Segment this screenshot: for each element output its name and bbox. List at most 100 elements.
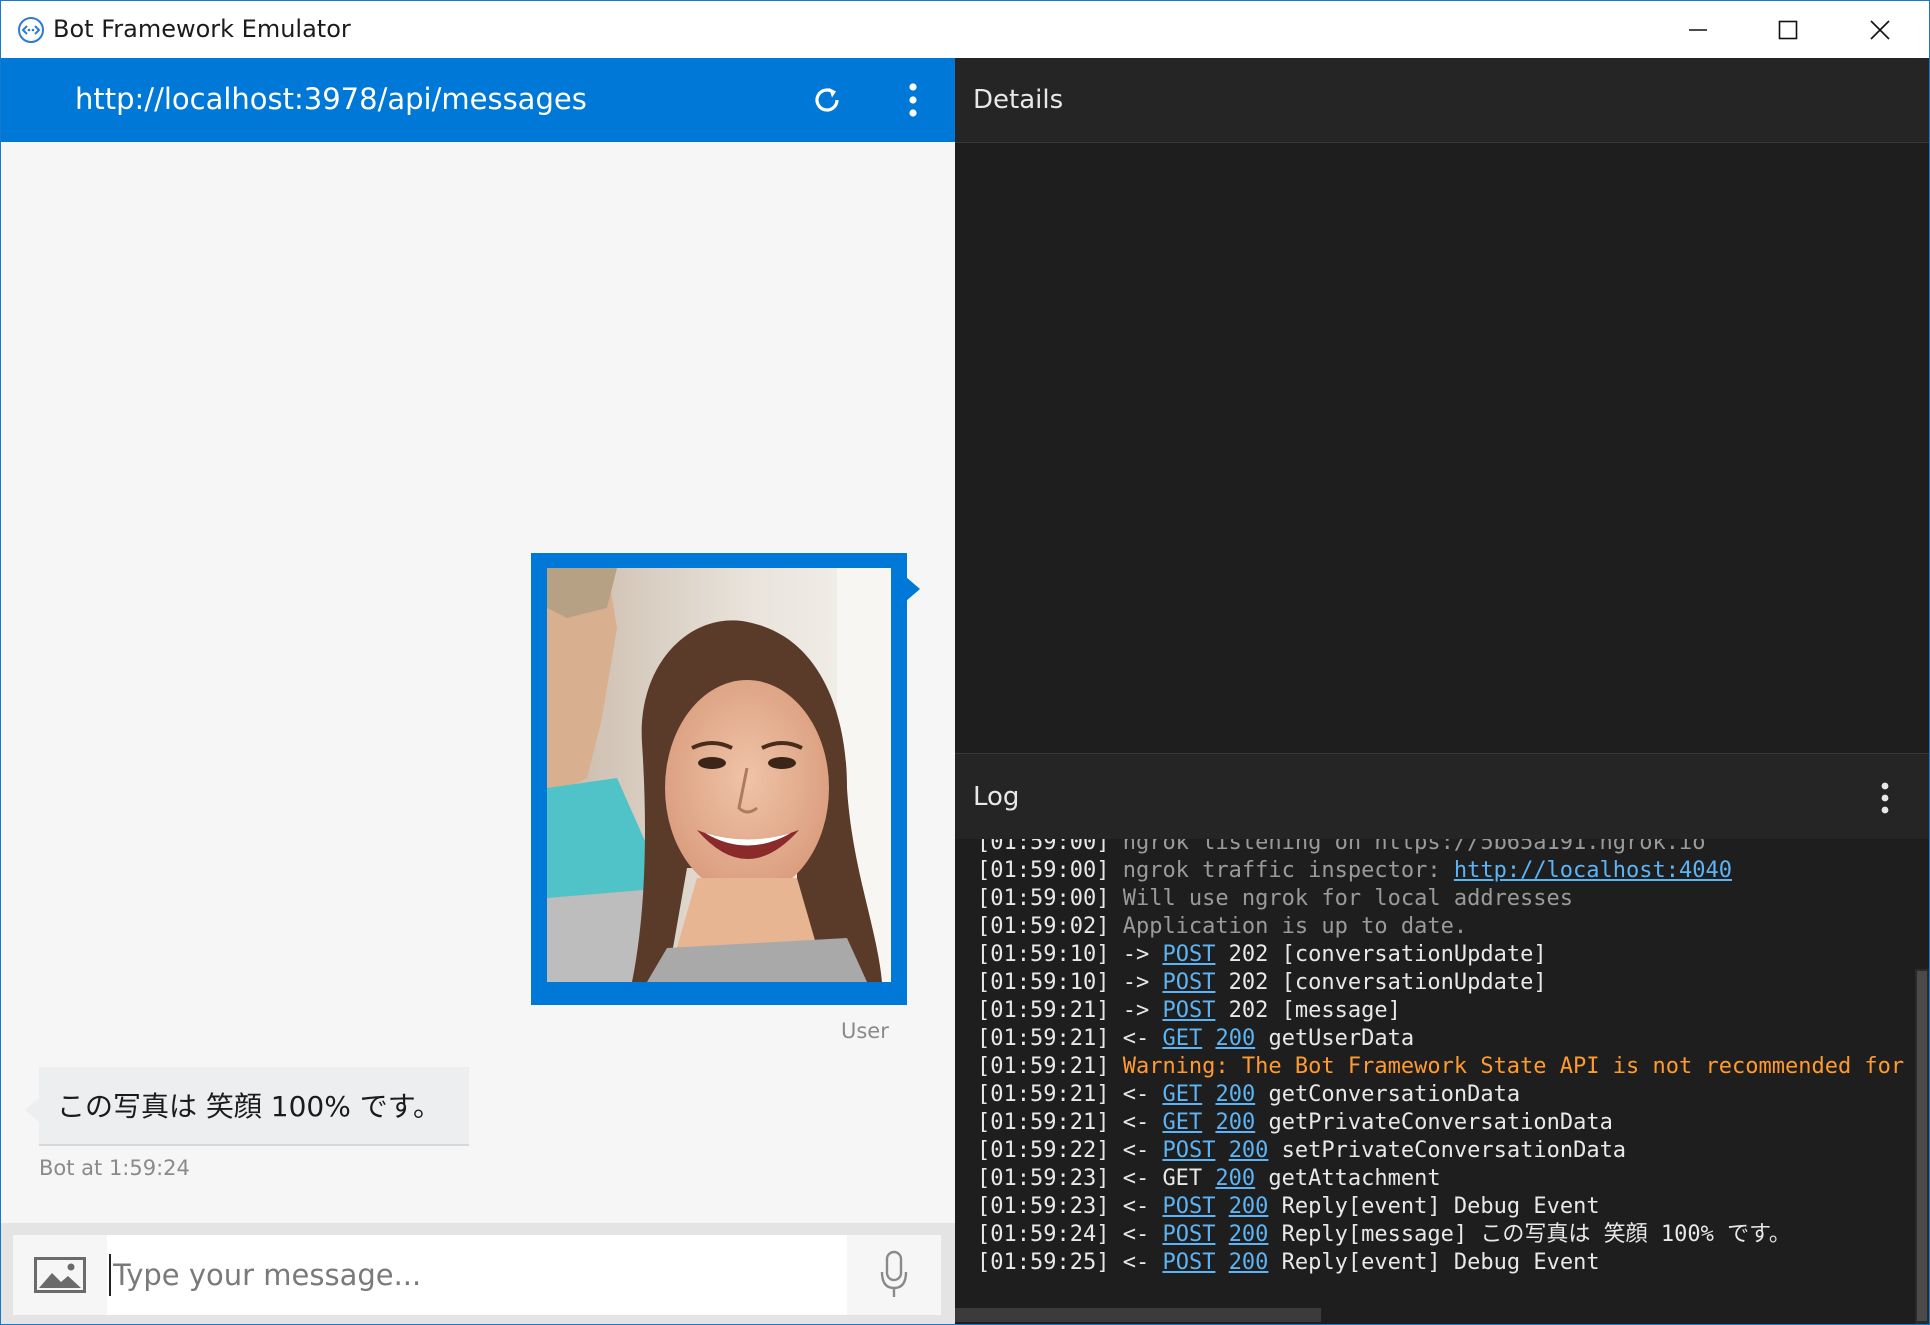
log-timestamp: [01:59:21] xyxy=(977,998,1123,1023)
log-text: Will use ngrok for local addresses xyxy=(1122,886,1574,911)
log-text: ngrok listening on https://5b65a191.ngro… xyxy=(1122,839,1706,855)
log-text: <- GET xyxy=(1122,1166,1216,1191)
log-timestamp: [01:59:25] xyxy=(977,1250,1123,1275)
log-link[interactable]: 200 xyxy=(1229,1138,1269,1163)
log-panel[interactable]: [01:59:00] ngrok listening on https://5b… xyxy=(955,839,1929,1324)
attach-button[interactable] xyxy=(13,1235,107,1315)
close-button[interactable] xyxy=(1835,1,1925,58)
log-text: 202 [conversationUpdate] xyxy=(1215,970,1547,995)
log-timestamp: [01:59:24] xyxy=(977,1222,1123,1247)
log-link[interactable]: POST xyxy=(1162,942,1215,967)
input-bar xyxy=(1,1223,955,1324)
log-timestamp: [01:59:00] xyxy=(977,839,1123,855)
log-text: <- xyxy=(1122,1110,1163,1135)
log-line: [01:59:10] -> POST 202 [conversationUpda… xyxy=(977,969,1917,997)
kebab-menu-icon[interactable] xyxy=(1875,778,1895,818)
log-text: 202 [message] xyxy=(1215,998,1401,1023)
log-horizontal-scrollbar[interactable] xyxy=(955,1308,1321,1322)
app-window: Bot Framework Emulator http://localhost:… xyxy=(0,0,1930,1325)
log-line: [01:59:22] <- POST 200 setPrivateConvers… xyxy=(977,1137,1917,1165)
log-link[interactable]: POST xyxy=(1162,1194,1215,1219)
log-link[interactable]: 200 xyxy=(1215,1082,1255,1107)
attached-photo xyxy=(547,568,891,982)
microphone-icon xyxy=(880,1250,908,1297)
title-bar: Bot Framework Emulator xyxy=(1,1,1929,58)
log-link[interactable]: GET xyxy=(1162,1082,1202,1107)
log-timestamp: [01:59:10] xyxy=(977,942,1123,967)
log-line: [01:59:21] Warning: The Bot Framework St… xyxy=(977,1053,1917,1081)
log-timestamp: [01:59:21] xyxy=(977,1110,1123,1135)
log-header: Log xyxy=(955,753,1929,840)
refresh-icon[interactable] xyxy=(809,82,845,118)
log-text: 202 [conversationUpdate] xyxy=(1215,942,1547,967)
details-panel xyxy=(955,143,1929,753)
log-link[interactable]: 200 xyxy=(1215,1026,1255,1051)
log-text: <- xyxy=(1122,1250,1163,1275)
log-line: [01:59:21] <- GET 200 getPrivateConversa… xyxy=(977,1109,1917,1137)
log-timestamp: [01:59:00] xyxy=(977,858,1123,883)
log-link[interactable]: 200 xyxy=(1229,1250,1269,1275)
log-line: [01:59:00] Will use ngrok for local addr… xyxy=(977,885,1917,913)
log-text: <- xyxy=(1122,1194,1163,1219)
bot-message[interactable]: この写真は 笑顔 100% です。 xyxy=(39,1067,469,1146)
log-timestamp: [01:59:21] xyxy=(977,1026,1123,1051)
kebab-menu-icon[interactable] xyxy=(901,80,925,120)
log-link[interactable]: http://localhost:4040 xyxy=(1454,858,1732,883)
user-label: User xyxy=(841,1019,889,1043)
inspector-pane: Details Log [01:59:00] ngrok listening o… xyxy=(955,58,1929,1324)
log-scrollbar[interactable] xyxy=(1917,971,1927,1321)
log-text: getConversationData xyxy=(1255,1082,1521,1107)
text-caret xyxy=(109,1254,111,1296)
log-text: <- xyxy=(1122,1138,1163,1163)
log-link[interactable]: POST xyxy=(1162,998,1215,1023)
log-text: Reply[event] Debug Event xyxy=(1268,1194,1600,1219)
log-text: setPrivateConversationData xyxy=(1268,1138,1627,1163)
image-attach-icon xyxy=(34,1257,86,1293)
log-link[interactable]: 200 xyxy=(1215,1166,1255,1191)
log-timestamp: [01:59:23] xyxy=(977,1166,1123,1191)
log-text: Reply[message] この写真は 笑顔 100% です。 xyxy=(1268,1222,1791,1247)
details-title: Details xyxy=(973,85,1064,115)
log-line: [01:59:23] <- POST 200 Reply[event] Debu… xyxy=(977,1193,1917,1221)
bot-message-text: この写真は 笑顔 100% です。 xyxy=(57,1090,441,1123)
log-link[interactable]: POST xyxy=(1162,1138,1215,1163)
bot-emulator-icon xyxy=(18,17,44,43)
microphone-button[interactable] xyxy=(847,1235,941,1315)
log-text: getAttachment xyxy=(1255,1166,1441,1191)
log-line: [01:59:21] -> POST 202 [message] xyxy=(977,997,1917,1025)
log-line: [01:59:23] <- GET 200 getAttachment xyxy=(977,1165,1917,1193)
log-line: [01:59:02] Application is up to date. xyxy=(977,913,1917,941)
maximize-button[interactable] xyxy=(1743,1,1833,58)
message-input[interactable] xyxy=(107,1235,847,1315)
chat-header: http://localhost:3978/api/messages xyxy=(1,58,955,142)
log-link[interactable]: 200 xyxy=(1229,1222,1269,1247)
bot-timestamp: Bot at 1:59:24 xyxy=(39,1156,190,1180)
log-link[interactable]: 200 xyxy=(1215,1110,1255,1135)
log-text: -> xyxy=(1122,970,1163,995)
log-line: [01:59:24] <- POST 200 Reply[message] この… xyxy=(977,1221,1917,1249)
user-image-message[interactable] xyxy=(531,553,907,1005)
log-link[interactable]: GET xyxy=(1162,1110,1202,1135)
log-link[interactable]: GET xyxy=(1162,1026,1202,1051)
log-timestamp: [01:59:22] xyxy=(977,1138,1123,1163)
log-line: [01:59:21] <- GET 200 getConversationDat… xyxy=(977,1081,1917,1109)
log-text: <- xyxy=(1122,1222,1163,1247)
log-line: [01:59:00] ngrok traffic inspector: http… xyxy=(977,857,1917,885)
details-header: Details xyxy=(955,58,1929,143)
log-link[interactable]: 200 xyxy=(1229,1194,1269,1219)
log-link[interactable]: POST xyxy=(1162,1250,1215,1275)
minimize-button[interactable] xyxy=(1653,1,1743,58)
log-text: Reply[event] Debug Event xyxy=(1268,1250,1600,1275)
log-warning-text: Warning: The Bot Framework State API is … xyxy=(1122,1054,1905,1079)
log-link[interactable]: POST xyxy=(1162,970,1215,995)
log-text: Application is up to date. xyxy=(1122,914,1468,939)
log-line: [01:59:00] ngrok listening on https://5b… xyxy=(977,839,1917,857)
log-lines: [01:59:00] ngrok listening on https://5b… xyxy=(977,839,1917,1277)
log-link[interactable]: POST xyxy=(1162,1222,1215,1247)
log-text: <- xyxy=(1122,1082,1163,1107)
endpoint-url[interactable]: http://localhost:3978/api/messages xyxy=(75,82,587,116)
